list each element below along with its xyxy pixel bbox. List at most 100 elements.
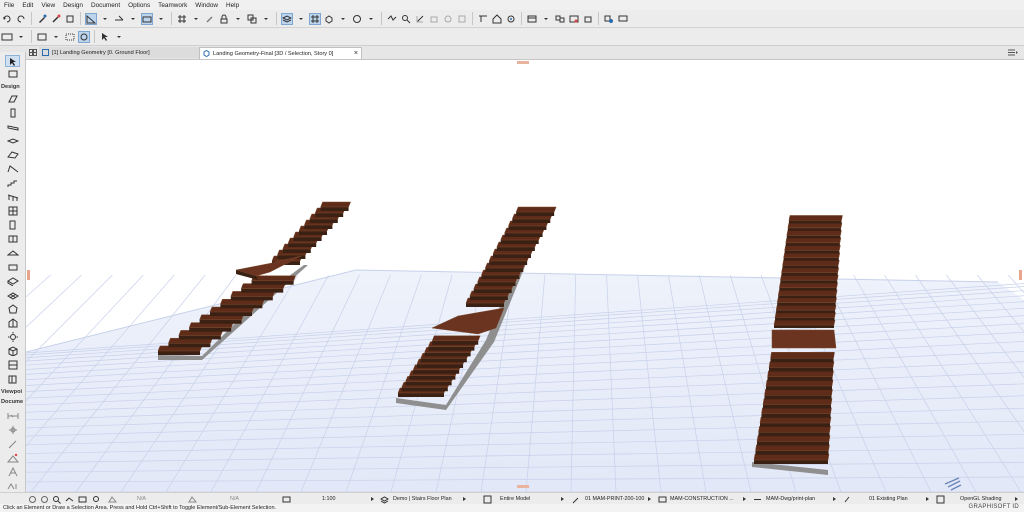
snap-guides-icon[interactable]	[113, 13, 125, 25]
door-tool-icon[interactable]	[5, 219, 20, 231]
dropdown-arrow-icon[interactable]	[15, 31, 27, 43]
dropdown-arrow-icon[interactable]	[260, 13, 272, 25]
floor-plan-icon[interactable]	[477, 13, 489, 25]
menu-help[interactable]: Help	[222, 2, 243, 9]
bottom-split-handle[interactable]	[517, 485, 529, 488]
3d-scene[interactable]	[26, 60, 1024, 492]
left-split-handle[interactable]	[27, 270, 30, 280]
trace-icon[interactable]	[309, 12, 321, 25]
redo-icon[interactable]	[15, 13, 27, 25]
radial-dimension-tool-icon[interactable]	[5, 438, 20, 450]
parameters-icon[interactable]	[64, 13, 76, 25]
view-settings-icon[interactable]	[1, 31, 13, 43]
morph-tool-icon[interactable]	[5, 303, 20, 315]
home-icon[interactable]	[491, 13, 503, 25]
group-icon[interactable]	[246, 13, 258, 25]
grid-snap-icon[interactable]	[176, 13, 188, 25]
right-split-handle[interactable]	[1019, 270, 1022, 280]
shell-tool-icon[interactable]	[5, 163, 20, 175]
messages-icon[interactable]	[617, 13, 629, 25]
perspective-icon[interactable]	[36, 31, 48, 43]
section-icon[interactable]	[414, 13, 426, 25]
dropdown-arrow-icon[interactable]	[99, 13, 111, 25]
tab-close-icon[interactable]: ×	[354, 50, 358, 57]
organizer-icon[interactable]	[568, 13, 580, 25]
wall-end-tool-icon[interactable]	[5, 373, 20, 385]
suspend-groups-icon[interactable]	[141, 12, 153, 25]
eyedropper-icon[interactable]	[204, 13, 216, 25]
menu-document[interactable]: Document	[87, 2, 124, 9]
window-tool-icon[interactable]	[5, 233, 20, 245]
dropdown-arrow-icon[interactable]	[540, 13, 552, 25]
cube-tool-icon[interactable]	[5, 345, 20, 357]
orbit-icon[interactable]	[351, 13, 363, 25]
dropdown-arrow-icon[interactable]	[190, 13, 202, 25]
graphisoft-id-link[interactable]: GRAPHISOFT ID	[969, 504, 1019, 510]
railing-tool-icon[interactable]	[5, 191, 20, 203]
tab-grid-icon[interactable]	[26, 47, 40, 58]
publisher-icon[interactable]	[554, 13, 566, 25]
wall-tool-icon[interactable]	[5, 93, 20, 105]
menu-teamwork[interactable]: Teamwork	[154, 2, 191, 9]
stair-tread	[320, 201, 351, 208]
label-tool-icon[interactable]	[5, 480, 20, 492]
dropdown-arrow-icon[interactable]	[50, 31, 62, 43]
3d-view-icon[interactable]	[323, 13, 335, 25]
dropdown-arrow-icon[interactable]	[127, 13, 139, 25]
inject-icon[interactable]	[50, 13, 62, 25]
lamp-tool-icon[interactable]	[5, 331, 20, 343]
top-split-handle[interactable]	[517, 61, 529, 64]
dropdown-arrow-icon[interactable]	[232, 13, 244, 25]
3d-viewport[interactable]	[26, 60, 1024, 492]
column-tool-icon[interactable]	[5, 107, 20, 119]
slab-tool-icon[interactable]	[5, 135, 20, 147]
lock-icon[interactable]	[218, 13, 230, 25]
layout-icon[interactable]	[526, 13, 538, 25]
elevation-dimension-tool-icon[interactable]	[5, 452, 20, 464]
skylight-tool-icon[interactable]	[5, 247, 20, 259]
pick-up-icon[interactable]	[36, 13, 48, 25]
dropdown-arrow-icon[interactable]	[295, 13, 307, 25]
menu-view[interactable]: View	[37, 2, 59, 9]
morph-select-tool-icon[interactable]	[5, 317, 20, 329]
detail-icon[interactable]	[442, 13, 454, 25]
arrow-select-icon[interactable]	[99, 31, 111, 43]
teamwork-icon[interactable]	[582, 13, 594, 25]
undo-icon[interactable]	[1, 13, 13, 25]
explore-icon[interactable]	[386, 13, 398, 25]
dropdown-arrow-icon[interactable]	[113, 31, 125, 43]
tab-list-icon[interactable]	[1004, 47, 1024, 58]
layers-icon[interactable]	[281, 12, 293, 25]
marquee-icon[interactable]	[64, 31, 76, 43]
beam-tool-icon[interactable]	[5, 121, 20, 133]
dropdown-arrow-icon[interactable]	[365, 13, 377, 25]
mesh-tool-icon[interactable]	[5, 289, 20, 301]
tab-floor-plan[interactable]: [1] Landing Geometry [0. Ground Floor]	[39, 47, 201, 58]
tab-3d-view[interactable]: Landing Geometry-Final [3D / Selection, …	[199, 47, 362, 59]
text-tool-icon[interactable]	[5, 466, 20, 478]
level-dimension-tool-icon[interactable]	[5, 424, 20, 436]
menu-options[interactable]: Options	[124, 2, 154, 9]
curtain-wall-tool-icon[interactable]	[5, 205, 20, 217]
gravity-icon[interactable]	[85, 12, 97, 25]
navigator-icon[interactable]	[505, 13, 517, 25]
menu-file[interactable]: File	[0, 2, 18, 9]
arrow-tool-icon[interactable]	[5, 55, 20, 67]
menu-window[interactable]: Window	[191, 2, 222, 9]
elevation-icon[interactable]	[428, 13, 440, 25]
zoom-icon[interactable]	[400, 13, 412, 25]
worksheet-icon[interactable]	[456, 13, 468, 25]
beam-frame-tool-icon[interactable]	[5, 359, 20, 371]
send-receive-icon[interactable]	[603, 13, 615, 25]
zone-tool-icon[interactable]	[5, 275, 20, 287]
marquee-tool-icon[interactable]	[5, 68, 20, 80]
dropdown-arrow-icon[interactable]	[155, 13, 167, 25]
menu-edit[interactable]: Edit	[18, 2, 37, 9]
roof-tool-icon[interactable]	[5, 149, 20, 161]
stair-tool-icon[interactable]	[5, 177, 20, 189]
object-tool-icon[interactable]	[5, 261, 20, 273]
3d-cutaway-icon[interactable]	[78, 30, 90, 43]
menu-design[interactable]: Design	[59, 2, 87, 9]
dropdown-arrow-icon[interactable]	[337, 13, 349, 25]
dimension-tool-icon[interactable]	[5, 410, 20, 422]
